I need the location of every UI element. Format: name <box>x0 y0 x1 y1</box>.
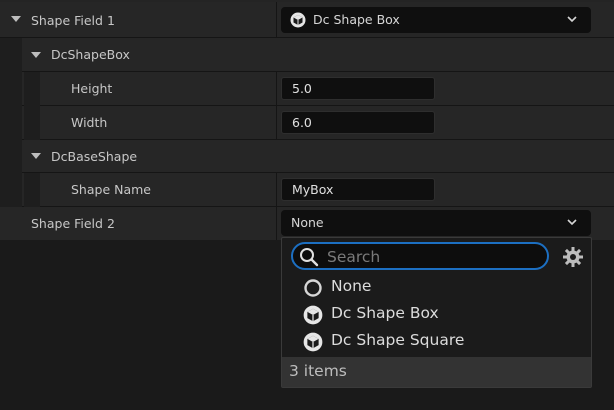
gear-icon[interactable] <box>562 246 584 268</box>
column-splitter[interactable] <box>276 106 277 140</box>
dc-shape-box-category-label: DcShapeBox <box>51 47 130 62</box>
height-value: 5.0 <box>292 81 312 96</box>
search-icon <box>300 248 319 267</box>
width-value: 6.0 <box>292 115 312 130</box>
dropdown-item-label: None <box>331 277 372 295</box>
cube-icon <box>290 12 306 28</box>
shape-field-1-value: Dc Shape Box <box>313 12 400 27</box>
details-panel: Shape Field 1 Dc Shape Box DcShapeBox He… <box>0 0 614 240</box>
indent-guide <box>0 173 22 207</box>
dropdown-item-label: Dc Shape Square <box>331 331 465 349</box>
property-row-shape-name: Shape Name MyBox <box>0 173 614 207</box>
shape-field-2-label: Shape Field 2 <box>31 216 115 231</box>
search-input[interactable] <box>325 246 539 268</box>
column-splitter[interactable] <box>276 2 277 38</box>
shape-field-2-value: None <box>291 215 324 230</box>
shape-field-1-label: Shape Field 1 <box>31 13 115 28</box>
shape-field-1-combo[interactable]: Dc Shape Box <box>281 7 591 33</box>
class-picker-dropdown: None Dc Shape Box Dc Shape Square 3 item… <box>281 237 592 388</box>
cube-icon <box>303 305 323 325</box>
cube-icon <box>303 332 323 352</box>
property-row-shape-field-2: Shape Field 2 None <box>0 207 614 240</box>
property-row-width: Width 6.0 <box>0 106 614 140</box>
dropdown-footer: 3 items <box>282 357 591 387</box>
dc-base-shape-category-label: DcBaseShape <box>51 149 138 164</box>
ring-icon <box>304 279 322 297</box>
collapse-arrow-icon[interactable] <box>11 16 21 22</box>
column-splitter[interactable] <box>276 72 277 106</box>
width-label: Width <box>71 115 108 130</box>
dropdown-item-dc-shape-box[interactable]: Dc Shape Box <box>301 302 571 328</box>
dropdown-item-dc-shape-square[interactable]: Dc Shape Square <box>301 329 571 355</box>
collapse-arrow-icon[interactable] <box>31 153 41 159</box>
shape-name-label: Shape Name <box>71 182 151 197</box>
height-input[interactable]: 5.0 <box>281 77 435 100</box>
indent-guide <box>24 106 40 140</box>
property-row-height: Height 5.0 <box>0 72 614 106</box>
dropdown-item-label: Dc Shape Box <box>331 304 439 322</box>
indent-guide <box>24 72 40 106</box>
chevron-down-icon <box>567 16 577 23</box>
indent-guide <box>0 72 22 106</box>
category-row-dc-base-shape: DcBaseShape <box>0 140 614 173</box>
indent-guide <box>24 173 40 207</box>
width-input[interactable]: 6.0 <box>281 111 435 134</box>
collapse-arrow-icon[interactable] <box>31 52 41 58</box>
column-splitter[interactable] <box>276 207 277 240</box>
shape-field-2-combo[interactable]: None <box>281 210 591 236</box>
indent-guide <box>0 106 22 140</box>
shape-name-input[interactable]: MyBox <box>281 178 435 201</box>
category-row-dc-shape-box: DcShapeBox <box>0 38 614 72</box>
column-splitter[interactable] <box>276 173 277 207</box>
property-row-shape-field-1: Shape Field 1 Dc Shape Box <box>0 2 614 38</box>
chevron-down-icon <box>567 219 577 226</box>
item-count: 3 items <box>289 362 347 380</box>
dropdown-item-none[interactable]: None <box>301 275 571 301</box>
indent-guide <box>0 140 22 173</box>
search-box[interactable] <box>291 242 549 270</box>
height-label: Height <box>71 81 113 96</box>
shape-name-value: MyBox <box>292 182 334 197</box>
indent-guide <box>0 38 22 72</box>
